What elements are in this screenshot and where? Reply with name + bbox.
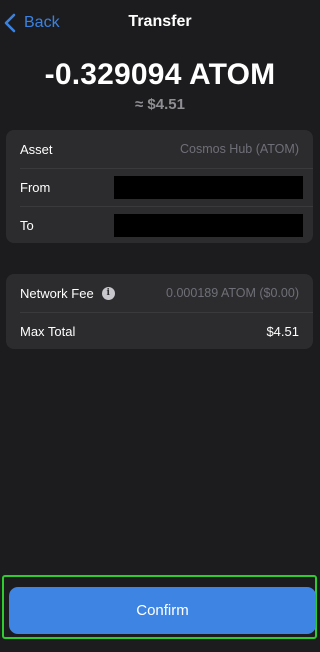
confirm-button[interactable]: Confirm — [9, 587, 316, 634]
transfer-screen: Back Transfer -0.329094 ATOM ≈ $4.51 Ass… — [0, 0, 320, 652]
nav-bar: Back Transfer — [0, 0, 320, 46]
network-fee-row: Network Fee i 0.000189 ATOM ($0.00) — [6, 274, 313, 312]
transfer-amount: -0.329094 ATOM — [44, 58, 276, 91]
asset-value: Cosmos Hub (ATOM) — [179, 142, 299, 156]
asset-row: Asset Cosmos Hub (ATOM) — [6, 130, 313, 168]
confirm-button-container: Confirm — [2, 575, 317, 639]
max-total-label: Max Total — [20, 323, 76, 339]
max-total-row: Max Total $4.51 — [6, 312, 313, 349]
from-row: From — [6, 168, 313, 206]
asset-label: Asset — [20, 141, 53, 157]
from-address-redacted — [114, 176, 303, 199]
fiat-amount: ≈ $4.51 — [135, 96, 185, 113]
to-row: To — [6, 206, 313, 243]
to-label: To — [20, 217, 34, 233]
from-label: From — [20, 179, 51, 195]
network-fee-label: Network Fee — [20, 285, 94, 301]
fee-card: Network Fee i 0.000189 ATOM ($0.00) Max … — [6, 274, 313, 349]
transfer-details-card: Asset Cosmos Hub (ATOM) From To — [6, 130, 313, 243]
page-title: Transfer — [128, 13, 192, 30]
to-address-redacted — [114, 214, 303, 237]
info-icon[interactable]: i — [101, 286, 115, 300]
network-fee-value: 0.000189 ATOM ($0.00) — [166, 286, 299, 300]
max-total-value: $4.51 — [266, 323, 299, 339]
